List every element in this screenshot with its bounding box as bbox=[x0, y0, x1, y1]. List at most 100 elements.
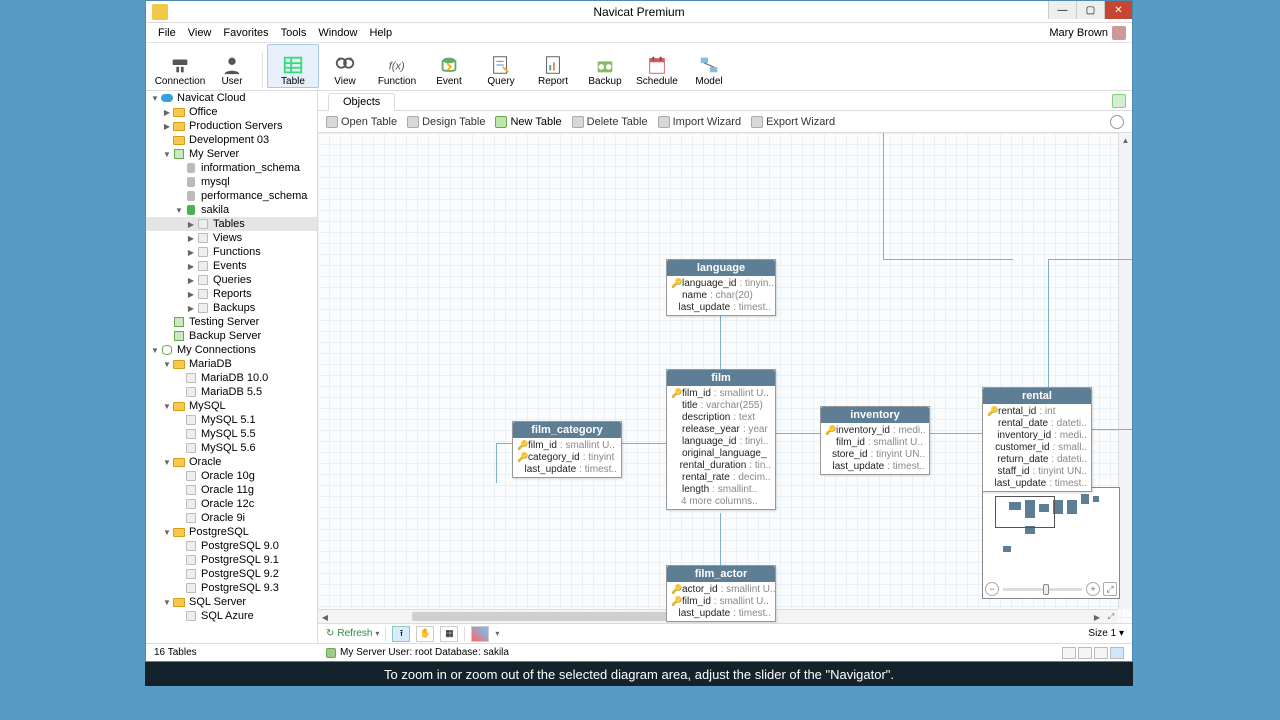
column-row[interactable]: return_date: dateti.. bbox=[983, 453, 1091, 465]
column-row[interactable]: last_update: timest.. bbox=[667, 607, 775, 619]
column-row[interactable]: 🔑actor_id: smallint U.. bbox=[667, 583, 775, 595]
expand-arrow-icon[interactable]: ▼ bbox=[150, 346, 160, 355]
zoom-thumb[interactable] bbox=[1043, 584, 1049, 595]
toolbar-connection[interactable]: Connection bbox=[154, 44, 206, 88]
minimize-button[interactable]: — bbox=[1048, 1, 1076, 19]
tree-item[interactable]: ▼sakila bbox=[146, 203, 317, 217]
tree-item[interactable]: MySQL 5.1 bbox=[146, 413, 317, 427]
menu-help[interactable]: Help bbox=[363, 25, 398, 41]
toolbar-query[interactable]: Query bbox=[475, 44, 527, 88]
column-row[interactable]: length: smallint.. bbox=[667, 483, 775, 495]
toolbar-user[interactable]: User bbox=[206, 44, 258, 88]
action-export-wizard[interactable]: Export Wizard bbox=[751, 116, 835, 128]
toolbar-function[interactable]: f(x)Function bbox=[371, 44, 423, 88]
view-grid-button[interactable] bbox=[1094, 647, 1108, 659]
tree-item[interactable]: MariaDB 5.5 bbox=[146, 385, 317, 399]
tree-item[interactable]: MySQL 5.6 bbox=[146, 441, 317, 455]
tree-item[interactable]: ▶Backups bbox=[146, 301, 317, 315]
expand-arrow-icon[interactable]: ▼ bbox=[150, 94, 160, 103]
view-er-button[interactable] bbox=[1110, 647, 1124, 659]
tree-item[interactable]: ▼MySQL bbox=[146, 399, 317, 413]
tree-item[interactable]: ▼MariaDB bbox=[146, 357, 317, 371]
column-row[interactable]: 🔑film_id: smallint U.. bbox=[667, 595, 775, 607]
more-columns[interactable]: 4 more columns.. bbox=[667, 495, 775, 507]
expand-arrow-icon[interactable]: ▼ bbox=[162, 402, 172, 411]
toolbar-event[interactable]: Event bbox=[423, 44, 475, 88]
column-row[interactable]: 🔑rental_id: int bbox=[983, 405, 1091, 417]
grid-tool[interactable]: ▦ bbox=[440, 626, 458, 642]
action-open-table[interactable]: Open Table bbox=[326, 116, 397, 128]
zoom-slider[interactable] bbox=[1003, 588, 1082, 591]
user-area[interactable]: Mary Brown bbox=[1049, 26, 1126, 40]
column-row[interactable]: 🔑film_id: smallint U.. bbox=[513, 439, 621, 451]
tree-item[interactable]: ▼Oracle bbox=[146, 455, 317, 469]
entity-film_category[interactable]: film_category🔑film_id: smallint U..🔑cate… bbox=[512, 421, 622, 478]
zoom-fit-button[interactable]: ⤢ bbox=[1103, 582, 1117, 596]
hand-tool[interactable]: ✋ bbox=[416, 626, 434, 642]
expand-arrow-icon[interactable]: ▶ bbox=[162, 108, 172, 117]
tree-item[interactable]: MySQL 5.5 bbox=[146, 427, 317, 441]
view-list-button[interactable] bbox=[1062, 647, 1076, 659]
add-tab-icon[interactable] bbox=[1112, 94, 1126, 108]
column-row[interactable]: 🔑language_id: tinyin.. bbox=[667, 277, 775, 289]
expand-arrow-icon[interactable]: ▼ bbox=[162, 458, 172, 467]
column-row[interactable]: film_id: smallint U.. bbox=[821, 436, 929, 448]
tree-item[interactable]: SQL Azure bbox=[146, 609, 317, 623]
action-import-wizard[interactable]: Import Wizard bbox=[658, 116, 741, 128]
entity-rental[interactable]: rental🔑rental_id: intrental_date: dateti… bbox=[982, 387, 1092, 492]
action-delete-table[interactable]: Delete Table bbox=[572, 116, 648, 128]
column-row[interactable]: original_language_ bbox=[667, 447, 775, 459]
column-row[interactable]: customer_id: small.. bbox=[983, 441, 1091, 453]
expand-arrow-icon[interactable]: ▶ bbox=[186, 290, 196, 299]
tree-item[interactable]: ▼PostgreSQL bbox=[146, 525, 317, 539]
tree-item[interactable]: PostgreSQL 9.2 bbox=[146, 567, 317, 581]
diagram-canvas[interactable]: ▲ ◀ ▶ ⤢ bbox=[318, 133, 1132, 623]
navigator-minimap[interactable] bbox=[985, 490, 1117, 582]
toolbar-report[interactable]: Report bbox=[527, 44, 579, 88]
menu-window[interactable]: Window bbox=[312, 25, 363, 41]
toolbar-view[interactable]: View bbox=[319, 44, 371, 88]
size-selector[interactable]: Size 1 ▾ bbox=[1088, 628, 1124, 639]
column-row[interactable]: description: text bbox=[667, 411, 775, 423]
column-row[interactable]: rental_rate: decim.. bbox=[667, 471, 775, 483]
toolbar-model[interactable]: Model bbox=[683, 44, 735, 88]
toolbar-table[interactable]: Table bbox=[267, 44, 319, 88]
color-tool[interactable] bbox=[471, 626, 489, 642]
tree-item[interactable]: ▶Reports bbox=[146, 287, 317, 301]
column-row[interactable]: rental_duration: tin.. bbox=[667, 459, 775, 471]
tree-item[interactable]: Oracle 12c bbox=[146, 497, 317, 511]
expand-arrow-icon[interactable]: ▶ bbox=[186, 262, 196, 271]
column-row[interactable]: release_year: year bbox=[667, 423, 775, 435]
zoom-in-button[interactable]: + bbox=[1086, 582, 1100, 596]
tree-item[interactable]: ▼Navicat Cloud bbox=[146, 91, 317, 105]
tree-item[interactable]: Development 03 bbox=[146, 133, 317, 147]
expand-arrow-icon[interactable]: ▶ bbox=[186, 248, 196, 257]
expand-arrow-icon[interactable]: ▼ bbox=[162, 150, 172, 159]
toolbar-schedule[interactable]: Schedule bbox=[631, 44, 683, 88]
vertical-scrollbar[interactable]: ▲ bbox=[1118, 133, 1132, 609]
column-row[interactable]: last_update: timest.. bbox=[983, 477, 1091, 489]
expand-arrow-icon[interactable]: ▶ bbox=[186, 304, 196, 313]
menu-view[interactable]: View bbox=[182, 25, 218, 41]
expand-arrow-icon[interactable]: ▶ bbox=[186, 276, 196, 285]
column-row[interactable]: 🔑category_id: tinyint bbox=[513, 451, 621, 463]
menu-file[interactable]: File bbox=[152, 25, 182, 41]
tree-item[interactable]: ▶Tables bbox=[146, 217, 317, 231]
column-row[interactable]: last_update: timest.. bbox=[667, 301, 775, 313]
maximize-button[interactable]: ▢ bbox=[1076, 1, 1104, 19]
tree-item[interactable]: Oracle 9i bbox=[146, 511, 317, 525]
expand-arrow-icon[interactable]: ▼ bbox=[174, 206, 184, 215]
tree-item[interactable]: PostgreSQL 9.0 bbox=[146, 539, 317, 553]
column-row[interactable]: language_id: tinyi.. bbox=[667, 435, 775, 447]
entity-inventory[interactable]: inventory🔑inventory_id: medi..film_id: s… bbox=[820, 406, 930, 475]
column-row[interactable]: 🔑inventory_id: medi.. bbox=[821, 424, 929, 436]
close-button[interactable]: ✕ bbox=[1104, 1, 1132, 19]
menu-tools[interactable]: Tools bbox=[275, 25, 313, 41]
tree-item[interactable]: ▶Events bbox=[146, 259, 317, 273]
column-row[interactable]: rental_date: dateti.. bbox=[983, 417, 1091, 429]
tree-item[interactable]: PostgreSQL 9.1 bbox=[146, 553, 317, 567]
expand-arrow-icon[interactable]: ▼ bbox=[162, 528, 172, 537]
tree-item[interactable]: ▶Functions bbox=[146, 245, 317, 259]
toolbar-backup[interactable]: Backup bbox=[579, 44, 631, 88]
expand-arrow-icon[interactable]: ▶ bbox=[186, 220, 196, 229]
